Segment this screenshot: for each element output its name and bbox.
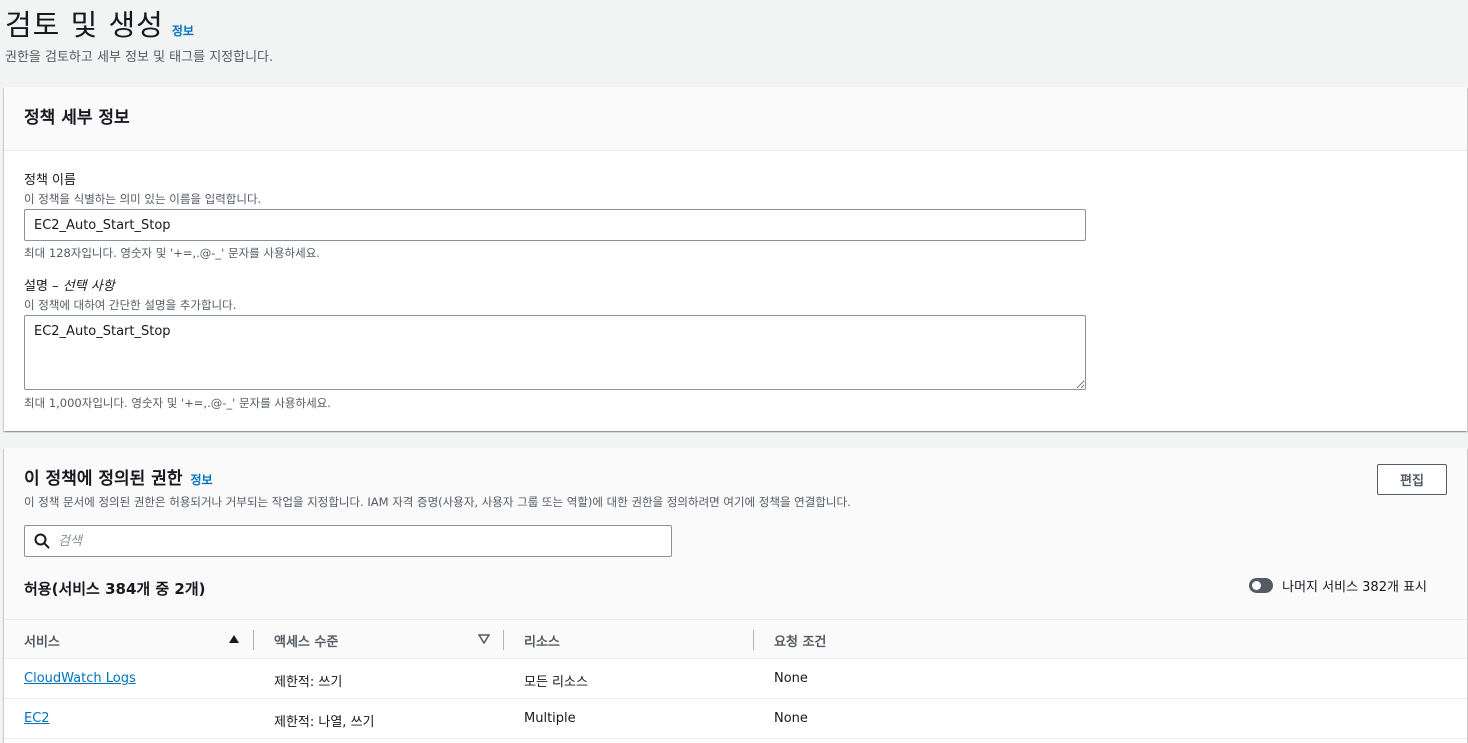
policy-name-input[interactable] — [24, 209, 1086, 241]
policy-name-hint: 최대 128자입니다. 영숫자 및 '+=,.@-_' 문자를 사용하세요. — [24, 246, 320, 260]
table-row: EC2 제한적: 나열, 쓰기 Multiple None — [4, 699, 1467, 739]
column-header-service[interactable]: 서비스 — [24, 631, 60, 650]
condition-cell: None — [774, 711, 808, 726]
search-input[interactable] — [58, 533, 648, 549]
permissions-table: 서비스 액세스 수준 리소스 요청 조건 CloudWatch Logs 제한적… — [4, 619, 1467, 739]
column-divider[interactable] — [503, 630, 504, 650]
column-header-resource[interactable]: 리소스 — [524, 631, 560, 650]
sort-unsorted-icon[interactable] — [478, 634, 490, 644]
policy-description-description: 이 정책에 대하여 간단한 설명을 추가합니다. — [24, 298, 237, 312]
policy-description-label: 설명 – 선택 사항 — [24, 279, 115, 294]
column-divider[interactable] — [253, 630, 254, 650]
table-row: CloudWatch Logs 제한적: 쓰기 모든 리소스 None — [4, 659, 1467, 699]
page-description: 권한을 검토하고 세부 정보 및 태그를 지정합니다. — [5, 50, 274, 65]
permissions-panel: 이 정책에 정의된 권한 정보 이 정책 문서에 정의된 권한은 허용되거나 거… — [4, 448, 1467, 743]
policy-details-heading: 정책 세부 정보 — [24, 108, 130, 128]
toggle-label: 나머지 서비스 382개 표시 — [1282, 580, 1427, 595]
permissions-header: 이 정책에 정의된 권한 정보 이 정책 문서에 정의된 권한은 허용되거나 거… — [4, 448, 1467, 619]
policy-name-description: 이 정책을 식별하는 의미 있는 이름을 입력합니다. — [24, 192, 262, 206]
permissions-heading: 이 정책에 정의된 권한 — [24, 469, 183, 489]
column-header-access-level[interactable]: 액세스 수준 — [274, 631, 338, 650]
policy-name-label: 정책 이름 — [24, 173, 76, 188]
policy-name-field: 정책 이름 이 정책을 식별하는 의미 있는 이름을 입력합니다. — [24, 169, 261, 207]
page-title-row: 검토 및 생성 정보 — [5, 2, 194, 44]
service-link[interactable]: EC2 — [24, 711, 50, 726]
policy-details-panel: 정책 세부 정보 정책 이름 이 정책을 식별하는 의미 있는 이름을 입력합니… — [4, 87, 1467, 431]
service-link[interactable]: CloudWatch Logs — [24, 671, 136, 686]
policy-description-textarea[interactable]: EC2_Auto_Start_Stop — [24, 315, 1086, 390]
service-cell: EC2 — [24, 711, 50, 726]
allowed-count-title: 허용(서비스 384개 중 2개) — [24, 580, 206, 598]
permissions-info-link[interactable]: 정보 — [191, 471, 213, 488]
policy-description-hint: 최대 1,000자입니다. 영숫자 및 '+=,.@-_' 문자를 사용하세요. — [24, 396, 331, 410]
resource-cell: 모든 리소스 — [524, 675, 588, 690]
condition-cell: None — [774, 671, 808, 686]
toggle-switch[interactable] — [1249, 578, 1274, 593]
sort-ascending-icon[interactable] — [228, 634, 240, 644]
policy-details-header: 정책 세부 정보 — [4, 87, 1467, 151]
show-remaining-toggle[interactable]: 나머지 서비스 382개 표시 — [1249, 576, 1427, 595]
table-header: 서비스 액세스 수준 리소스 요청 조건 — [4, 619, 1467, 659]
column-header-condition[interactable]: 요청 조건 — [774, 631, 826, 650]
search-icon — [34, 533, 50, 549]
page-info-link[interactable]: 정보 — [172, 22, 194, 39]
column-divider[interactable] — [753, 630, 754, 650]
access-level-cell: 제한적: 나열, 쓰기 — [274, 715, 375, 730]
page-title: 검토 및 생성 — [5, 8, 164, 42]
resource-cell: Multiple — [524, 711, 576, 726]
optional-label: 선택 사항 — [62, 279, 115, 294]
edit-button[interactable]: 편집 — [1377, 464, 1447, 495]
permissions-heading-row: 이 정책에 정의된 권한 정보 — [24, 464, 1447, 489]
search-box[interactable] — [24, 525, 672, 557]
service-cell: CloudWatch Logs — [24, 671, 136, 686]
toggle-knob — [1252, 581, 1262, 590]
policy-description-field: 설명 – 선택 사항 이 정책에 대하여 간단한 설명을 추가합니다. — [24, 275, 236, 313]
permissions-description: 이 정책 문서에 정의된 권한은 허용되거나 거부되는 작업을 지정합니다. I… — [24, 495, 851, 509]
access-level-cell: 제한적: 쓰기 — [274, 675, 343, 690]
